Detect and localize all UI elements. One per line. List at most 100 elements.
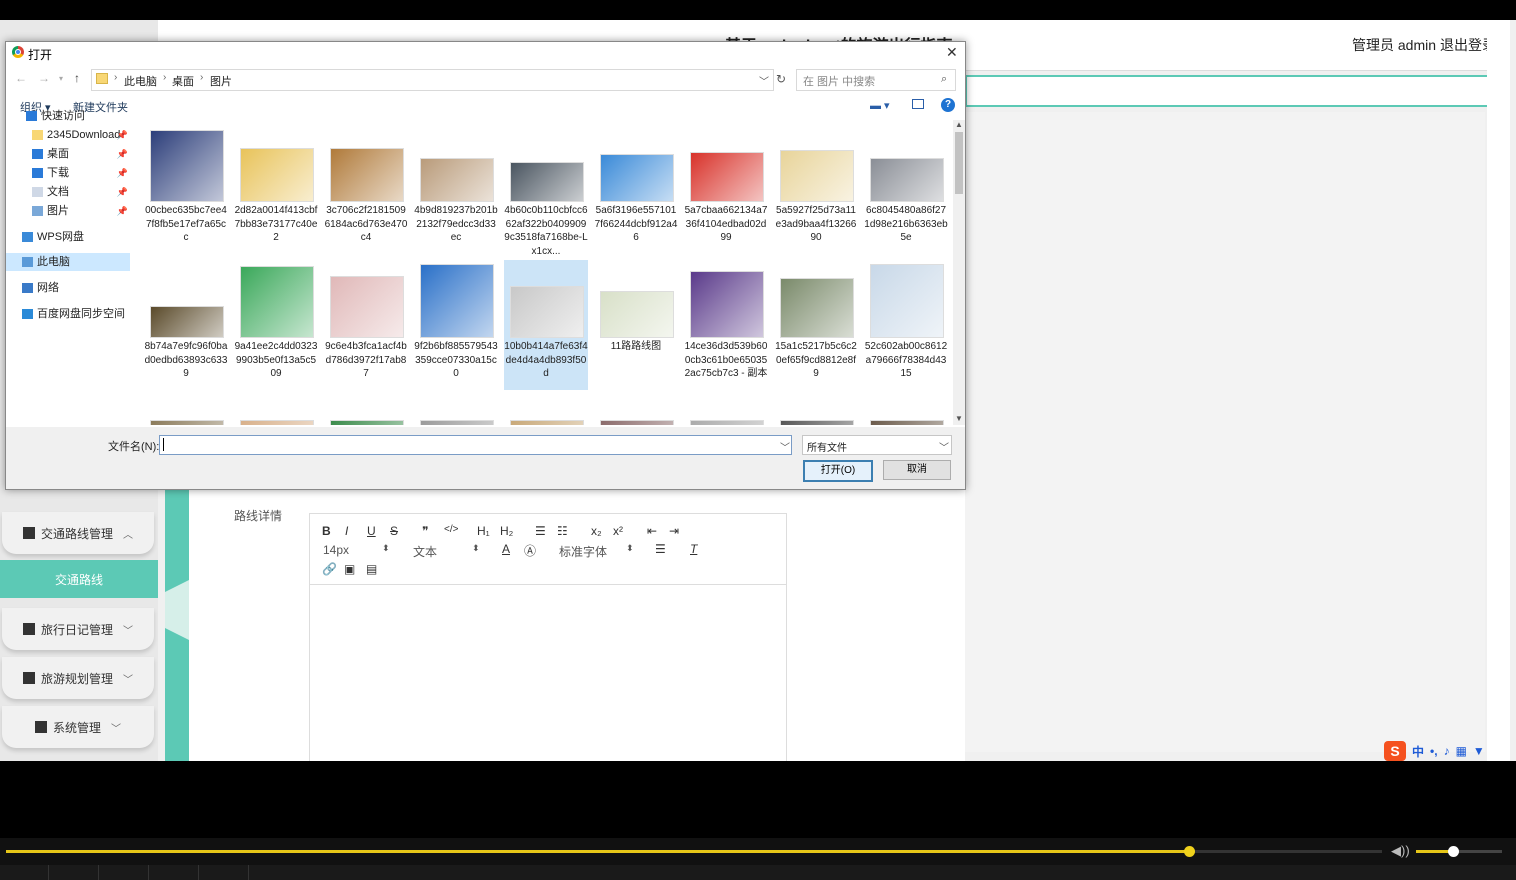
file-item[interactable]: 4b60c0b110cbfcc662af322b04099099c3518fa7… [504, 124, 588, 257]
file-item[interactable]: 9c6e4b3fca1acf4bd786d3972f17ab87 [324, 260, 408, 390]
search-input[interactable]: 在 图片 中搜索 ⌕ [796, 69, 956, 91]
dialog-titlebar[interactable]: 打开 ✕ [6, 42, 965, 64]
control-slot[interactable] [200, 865, 249, 880]
up-arrow-icon[interactable]: ↑ [74, 71, 80, 85]
file-item[interactable] [234, 396, 318, 425]
forward-arrow-icon[interactable]: → [38, 71, 50, 85]
font-family-select[interactable]: 标准字体 [559, 543, 607, 560]
help-icon[interactable]: ? [941, 98, 955, 112]
sogou-ime-icon[interactable]: S [1384, 741, 1406, 761]
sidebar-item-system[interactable]: 系统管理 ﹀ [2, 706, 154, 748]
file-item[interactable] [864, 396, 948, 425]
address-bar[interactable]: › 此电脑 › 桌面 › 图片 ﹀ [91, 69, 774, 91]
h2-button[interactable]: H₂ [500, 524, 513, 538]
cancel-button[interactable]: 取消 [883, 460, 951, 480]
microphone-icon[interactable]: ♪ [1444, 744, 1450, 758]
file-item[interactable]: 5a6f3196e5571017f66244dcbf912a46 [594, 124, 678, 254]
file-item[interactable] [504, 396, 588, 425]
file-item[interactable]: 4b9d819237b201b2132f79edcc3d33ec [414, 124, 498, 254]
nav-item-9[interactable]: 百度网盘同步空间 [6, 305, 130, 323]
control-slot[interactable] [50, 865, 99, 880]
file-list-scrollbar[interactable]: ▲ ▼ [953, 120, 965, 425]
file-item[interactable] [324, 396, 408, 425]
outdent-button[interactable]: ⇤ [647, 524, 657, 538]
chevron-down-icon[interactable]: ﹀ [780, 439, 790, 454]
nav-item-7[interactable]: 此电脑 [6, 253, 130, 271]
block-type-select[interactable]: 文本 [413, 543, 437, 560]
nav-item-4[interactable]: 文档 📌 [6, 183, 130, 201]
nav-item-3[interactable]: 下载 📌 [6, 164, 130, 182]
align-icon[interactable]: ☰ [655, 542, 666, 556]
superscript-button[interactable]: x² [613, 524, 623, 538]
nav-item-1[interactable]: 2345Download 📌 [6, 126, 130, 144]
file-item[interactable]: 6c8045480a86f271d98e216b6363eb5e [864, 124, 948, 254]
font-size-select[interactable]: 14px [323, 543, 349, 557]
sidebar-item-diary[interactable]: 旅行日记管理 ﹀ [2, 608, 154, 650]
nav-item-2[interactable]: 桌面 📌 [6, 145, 130, 163]
breadcrumb-desktop[interactable]: 桌面 [172, 73, 194, 89]
volume-track[interactable] [1416, 846, 1502, 857]
punctuation-icon[interactable]: •, [1430, 744, 1438, 758]
file-item[interactable]: 3c706c2f21815096184ac6d763e470c4 [324, 124, 408, 254]
file-item[interactable]: 15a1c5217b5c6c20ef65f9cd8812e8f9 [774, 260, 858, 390]
file-item[interactable] [144, 396, 228, 425]
file-item[interactable] [414, 396, 498, 425]
file-item[interactable] [684, 396, 768, 425]
italic-button[interactable]: I [345, 524, 348, 538]
back-arrow-icon[interactable]: ← [15, 71, 27, 85]
file-item[interactable]: 9f2b6bf885579543359cce07330a15c0 [414, 260, 498, 390]
keyboard-icon[interactable]: ▦ [1456, 744, 1467, 758]
nav-item-0[interactable]: 快速访问 [6, 107, 130, 125]
video-icon[interactable]: ▤ [366, 562, 377, 576]
font-color-icon[interactable]: A [502, 542, 510, 556]
scroll-down-icon[interactable]: ▼ [955, 414, 963, 423]
ime-mode-label[interactable]: 中 [1412, 743, 1424, 760]
file-item[interactable]: 2d82a0014f413cbf7bb83e73177c40e2 [234, 124, 318, 254]
file-item[interactable]: 00cbec635bc7ee47f8fb5e17ef7a65cc [144, 124, 228, 254]
filename-input[interactable]: ﹀ [159, 435, 792, 455]
clear-format-icon[interactable]: T [690, 542, 697, 556]
breadcrumb-pictures[interactable]: 图片 [210, 73, 232, 89]
bullet-list-button[interactable]: ☷ [557, 524, 568, 538]
underline-button[interactable]: U [367, 524, 376, 538]
file-item[interactable]: 52c602ab00c8612a79666f78384d4315 [864, 260, 948, 390]
volume-icon[interactable]: ◀)) [1391, 843, 1410, 859]
file-item[interactable]: 5a5927f25d73a11e3ad9baa4f1326690 [774, 124, 858, 254]
highlight-icon[interactable]: Ⓐ [524, 542, 536, 559]
scroll-up-icon[interactable]: ▲ [955, 120, 963, 129]
page-scrollbar[interactable] [1487, 20, 1510, 761]
scrollbar-thumb[interactable] [955, 132, 963, 194]
file-item[interactable]: 14ce36d3d539b600cb3c61b0e650352ac75cb7c3… [684, 260, 768, 390]
file-item[interactable] [774, 396, 858, 425]
volume-knob[interactable] [1447, 846, 1459, 857]
skin-icon[interactable]: ▼ [1473, 744, 1485, 758]
progress-track[interactable] [6, 846, 1382, 857]
ordered-list-button[interactable]: ☰ [535, 524, 546, 538]
file-item[interactable]: 10b0b414a7fe63f4de4d4a4db893f50d [504, 260, 588, 390]
control-slot[interactable] [0, 865, 49, 880]
nav-item-6[interactable]: WPS网盘 [6, 228, 130, 246]
open-button[interactable]: 打开(O) [803, 460, 873, 482]
file-item[interactable]: 9a41ee2c4dd03239903b5e0f13a5c509 [234, 260, 318, 390]
link-icon[interactable]: 🔗 [322, 562, 337, 576]
code-button[interactable]: </> [444, 524, 458, 535]
breadcrumb-this-pc[interactable]: 此电脑 [124, 73, 157, 89]
sidebar-item-planning[interactable]: 旅游规划管理 ﹀ [2, 657, 154, 699]
file-item[interactable]: 11路路线图 [594, 260, 678, 390]
top-input-field[interactable] [965, 75, 1489, 107]
sidebar-subitem-routes[interactable]: 交通路线 [0, 560, 158, 598]
file-item[interactable] [594, 396, 678, 425]
file-item[interactable]: 5a7cbaa662134a736f4104edbad02d99 [684, 124, 768, 254]
preview-pane-icon[interactable] [912, 99, 924, 109]
progress-knob[interactable] [1184, 846, 1196, 857]
nav-item-5[interactable]: 图片 📌 [6, 202, 130, 220]
quote-button[interactable]: ❞ [422, 524, 428, 538]
chevron-down-icon[interactable]: ﹀ [759, 73, 769, 88]
bold-button[interactable]: B [322, 524, 331, 538]
recent-dropdown-icon[interactable]: ▾ [59, 74, 63, 83]
refresh-icon[interactable]: ↻ [773, 69, 789, 89]
filetype-select[interactable]: 所有文件 ﹀ [802, 435, 952, 455]
image-icon[interactable]: ▣ [344, 562, 355, 576]
nav-item-8[interactable]: 网络 [6, 279, 130, 297]
file-item[interactable]: 8b74a7e9fc96f0bad0edbd63893c6339 [144, 260, 228, 390]
